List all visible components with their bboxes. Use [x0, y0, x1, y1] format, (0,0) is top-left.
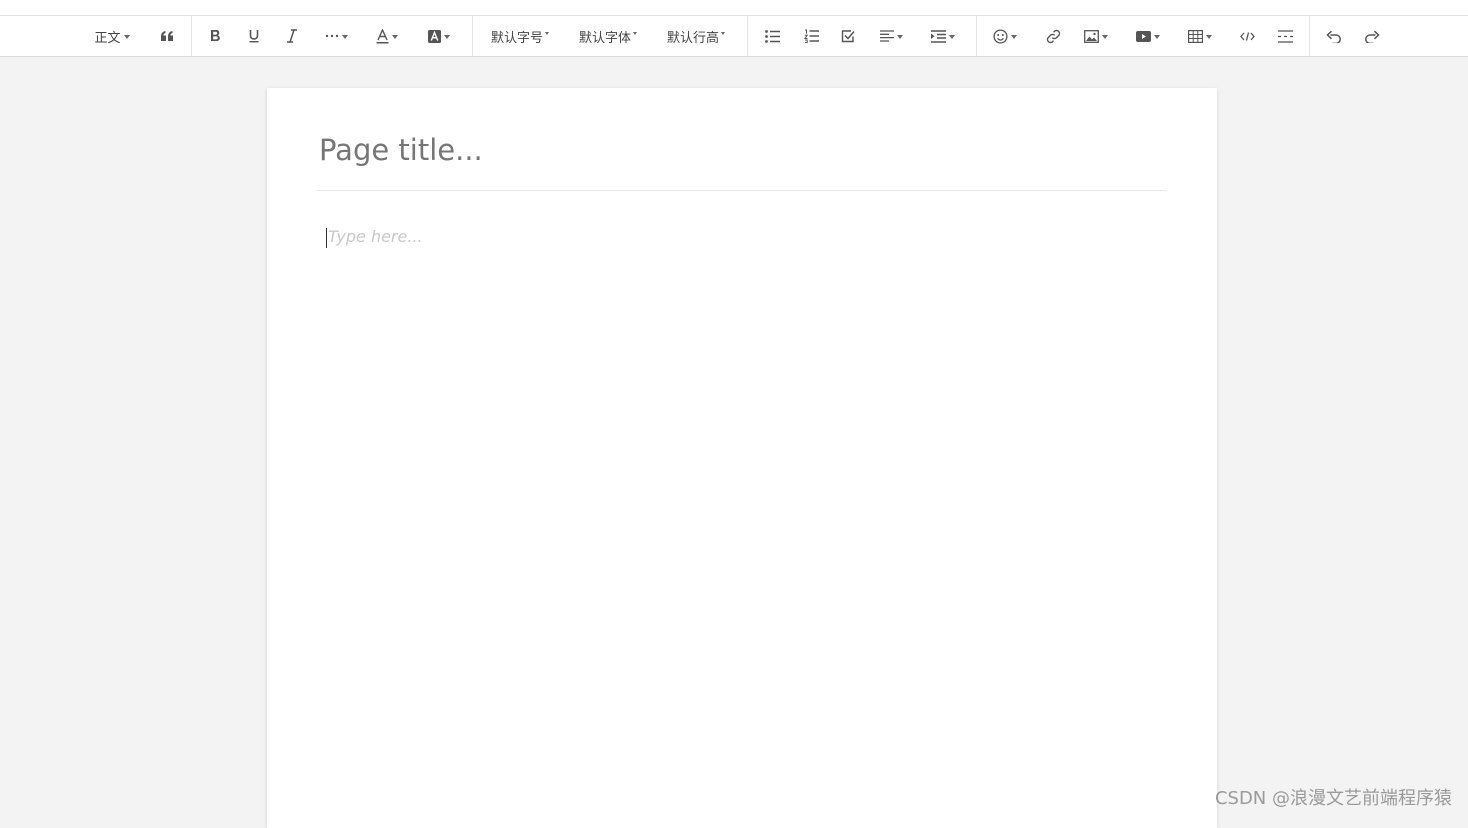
top-bar [0, 0, 1468, 16]
font-color-dropdown[interactable] [370, 16, 404, 56]
quote-icon [160, 30, 174, 42]
bulleted-list-icon [764, 29, 780, 43]
font-size-dropdown[interactable]: 默认字号 [484, 16, 556, 56]
paragraph-dropdown[interactable]: 正文 [88, 16, 136, 56]
editor-page: Type here... [267, 88, 1217, 828]
undo-button[interactable] [1320, 16, 1348, 56]
underline-button[interactable] [240, 16, 268, 56]
indent-icon [931, 29, 946, 43]
redo-icon [1364, 30, 1380, 43]
toolbar-divider [747, 16, 748, 56]
video-dropdown[interactable] [1130, 16, 1166, 56]
background-color-dropdown[interactable] [421, 16, 457, 56]
emoji-dropdown[interactable] [987, 16, 1023, 56]
divider-icon [1277, 29, 1293, 43]
link-icon [1046, 29, 1061, 44]
toolbar-divider [976, 16, 977, 56]
divider-button[interactable] [1271, 16, 1299, 56]
font-color-icon [376, 28, 389, 44]
font-family-dropdown[interactable]: 默认字体 [572, 16, 644, 56]
editor-toolbar: 正文 默认字号 默认字体 默认行高 [0, 16, 1468, 57]
page-title-input[interactable] [317, 128, 1167, 172]
todo-button[interactable] [834, 16, 862, 56]
code-icon [1239, 31, 1255, 42]
watermark: CSDN @浪漫文艺前端程序猿 [1214, 788, 1452, 809]
italic-icon [286, 29, 298, 43]
align-dropdown[interactable] [873, 16, 909, 56]
paragraph-label: 正文 [94, 30, 121, 46]
indent-dropdown[interactable] [925, 16, 961, 56]
editor-body[interactable] [317, 218, 1167, 818]
toolbar-divider [472, 16, 473, 56]
numbered-list-icon [803, 29, 819, 43]
bulleted-list-button[interactable] [758, 16, 786, 56]
table-icon [1188, 29, 1203, 43]
line-height-dropdown[interactable]: 默认行高 [660, 16, 732, 56]
todo-icon [841, 29, 855, 43]
emoji-icon [993, 28, 1008, 44]
body-placeholder: Type here... [328, 227, 423, 246]
toolbar-divider [191, 16, 192, 56]
background-color-icon [428, 29, 441, 43]
more-style-dropdown[interactable] [318, 16, 354, 56]
code-button[interactable] [1233, 16, 1261, 56]
align-icon [879, 30, 894, 42]
image-icon [1084, 29, 1099, 43]
line-height-label: 默认行高 [666, 30, 719, 46]
more-icon [325, 34, 339, 38]
quote-button[interactable] [152, 16, 182, 56]
link-button[interactable] [1039, 16, 1067, 56]
font-size-label: 默认字号 [490, 30, 543, 46]
numbered-list-button[interactable] [797, 16, 825, 56]
italic-button[interactable] [278, 16, 306, 56]
underline-icon [248, 29, 260, 43]
undo-icon [1326, 30, 1342, 43]
font-family-label: 默认字体 [578, 30, 631, 46]
bold-button[interactable] [201, 16, 229, 56]
redo-button[interactable] [1358, 16, 1386, 56]
video-icon [1136, 30, 1151, 43]
title-divider [317, 190, 1167, 191]
bold-icon [209, 29, 221, 43]
text-cursor [326, 228, 327, 248]
table-dropdown[interactable] [1182, 16, 1218, 56]
toolbar-divider [1309, 16, 1310, 56]
image-dropdown[interactable] [1078, 16, 1114, 56]
